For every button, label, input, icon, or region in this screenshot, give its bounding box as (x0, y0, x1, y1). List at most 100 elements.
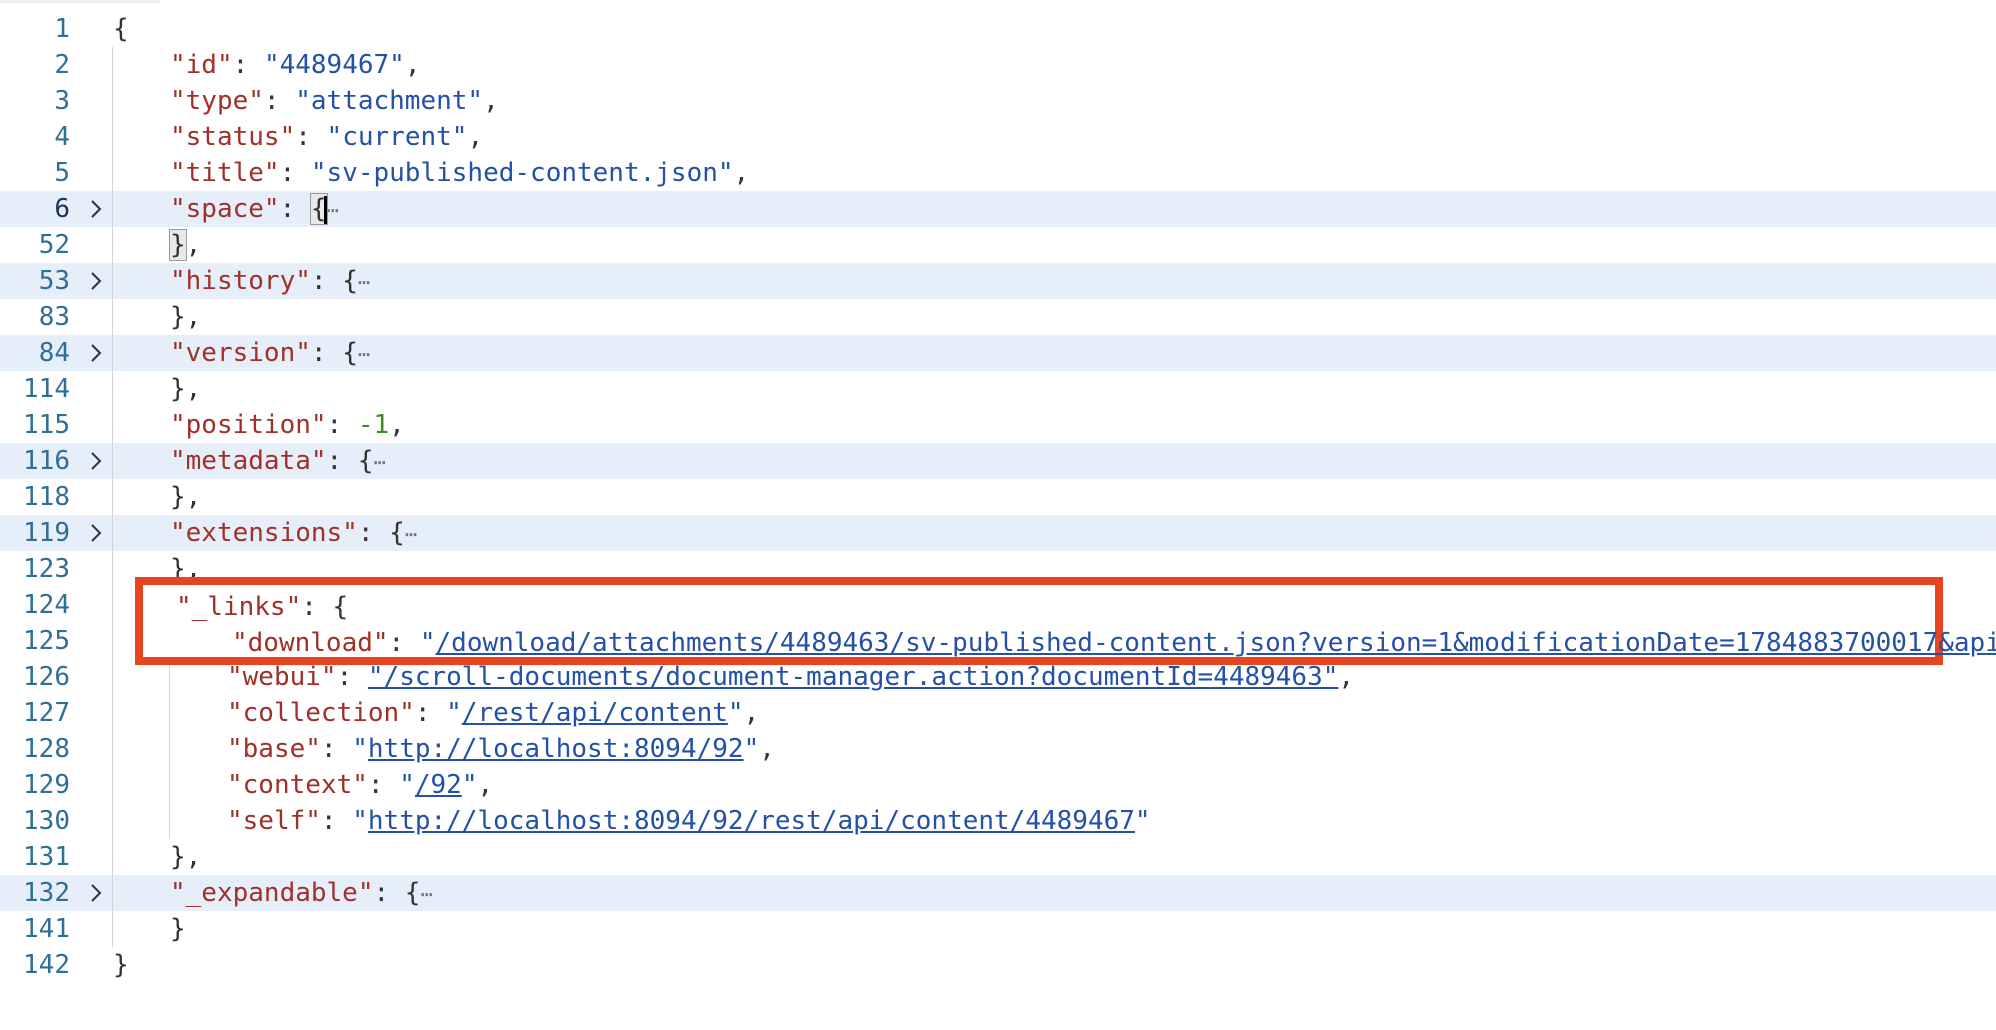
line-number: 5 (54, 158, 70, 188)
line-number: 124 (23, 590, 70, 620)
folded-ellipsis-icon[interactable]: ⋯ (327, 198, 339, 222)
code-line[interactable]: 4 "status": "current", (0, 119, 1996, 155)
json-string: " (1134, 806, 1151, 836)
line-number: 53 (38, 266, 70, 296)
code-line[interactable]: 142} (0, 947, 1996, 983)
code-line[interactable]: 3 "type": "attachment", (0, 83, 1996, 119)
line-content: }, (170, 299, 201, 335)
line-number: 3 (54, 86, 70, 116)
download-url-link[interactable]: /download/attachments/4489463/sv-publish… (436, 628, 1996, 658)
matched-bracket: } (169, 229, 187, 261)
json-punctuation: }, (170, 302, 202, 332)
line-content: "id": "4489467", (170, 47, 420, 83)
line-number: 4 (54, 122, 70, 152)
fold-chevron-right-icon[interactable] (84, 335, 108, 371)
json-punctuation: , (389, 410, 405, 440)
line-number: 1 (54, 14, 70, 44)
json-key: "_expandable" (170, 878, 374, 908)
code-line[interactable]: 129 "context": "/92", (0, 767, 1996, 803)
json-link[interactable]: /rest/api/content (462, 698, 728, 728)
fold-chevron-right-icon[interactable] (84, 515, 108, 551)
code-line[interactable]: 114}, (0, 371, 1996, 407)
code-line[interactable]: 84 "version": {⋯ (0, 335, 1996, 371)
code-line[interactable]: 1{ (0, 11, 1996, 47)
line-number: 115 (23, 410, 70, 440)
links-open: : { (301, 592, 349, 622)
links-key: "_links" (176, 592, 302, 622)
folded-ellipsis-icon[interactable]: ⋯ (405, 522, 417, 546)
code-line[interactable]: 5 "title": "sv-published-content.json", (0, 155, 1996, 191)
folded-ellipsis-icon[interactable]: ⋯ (358, 270, 370, 294)
json-key: "version" (170, 338, 311, 368)
code-line[interactable]: 130 "self": "http://localhost:8094/92/res… (0, 803, 1996, 839)
json-string: " (399, 770, 415, 800)
json-link[interactable]: http://localhost:8094/92 (368, 734, 744, 764)
line-content: "_expandable": {⋯ (170, 875, 433, 912)
code-line[interactable]: 115 "position": -1, (0, 407, 1996, 443)
fold-chevron-right-icon[interactable] (84, 443, 108, 479)
line-content: "self": "http://localhost:8094/92/rest/a… (227, 803, 1151, 839)
code-line[interactable]: 53 "history": {⋯ (0, 263, 1996, 299)
line-number: 123 (23, 554, 70, 584)
json-punctuation: , (759, 734, 775, 764)
code-line[interactable]: 127 "collection": "/rest/api/content", (0, 695, 1996, 731)
code-line[interactable]: 128 "base": "http://localhost:8094/92", (0, 731, 1996, 767)
folded-ellipsis-icon[interactable]: ⋯ (374, 450, 386, 474)
json-editor[interactable]: 1{2 "id": "4489467", 3 "type": "attachment"… (0, 11, 1996, 983)
fold-chevron-right-icon[interactable] (84, 263, 108, 299)
json-punctuation: : (414, 698, 447, 728)
code-line[interactable]: 2 "id": "4489467", (0, 47, 1996, 83)
code-line[interactable]: 119 "extensions": {⋯ (0, 515, 1996, 551)
folded-ellipsis-icon[interactable]: ⋯ (358, 342, 370, 366)
json-punctuation: , (404, 50, 421, 80)
download-key: "download" (232, 628, 389, 658)
line-content: }, (170, 839, 201, 875)
json-punctuation: } (170, 914, 186, 944)
json-key: "context" (227, 770, 368, 800)
json-string: " (446, 698, 462, 728)
json-link[interactable]: /92 (415, 770, 462, 800)
line-number: 84 (38, 338, 70, 368)
json-punctuation: , (1338, 662, 1355, 692)
json-link[interactable]: http://localhost:8094/92/rest/api/conten… (368, 806, 1135, 836)
code-line[interactable]: 83}, (0, 299, 1996, 335)
line-number: 142 (23, 950, 70, 980)
line-number: 2 (54, 50, 70, 80)
line-content: "type": "attachment", (170, 83, 499, 119)
line-number: 119 (23, 518, 70, 548)
line-content: } (170, 911, 186, 947)
line-number: 130 (23, 806, 70, 836)
top-strip (0, 0, 160, 3)
code-line[interactable]: 116 "metadata": {⋯ (0, 443, 1996, 479)
line-number: 116 (23, 446, 70, 476)
code-line[interactable]: 6 "space": {⋯ (0, 191, 1996, 227)
line-content: "position": -1, (170, 407, 405, 443)
code-line[interactable]: 118}, (0, 479, 1996, 515)
json-number: -1 (357, 410, 390, 440)
code-line[interactable]: 52}, (0, 227, 1996, 263)
json-punctuation: : (367, 770, 400, 800)
code-line[interactable]: 141} (0, 911, 1996, 947)
json-punctuation: : (295, 122, 327, 152)
json-string: " (743, 734, 760, 764)
fold-chevron-right-icon[interactable] (84, 191, 108, 227)
line-number: 118 (23, 482, 70, 512)
line-number: 141 (23, 914, 70, 944)
folded-ellipsis-icon[interactable]: ⋯ (420, 882, 432, 906)
download-separator: : (388, 628, 420, 658)
json-string: "sv-published-content.json" (310, 158, 734, 188)
line-content: "collection": "/rest/api/content", (227, 695, 759, 731)
json-link[interactable]: "/scroll-documents/document-manager.acti… (368, 662, 1339, 692)
line-number: 126 (23, 662, 70, 692)
json-key: "self" (227, 806, 321, 836)
code-line[interactable]: 132 "_expandable": {⋯ (0, 875, 1996, 911)
json-punctuation: } (113, 950, 129, 980)
line-content: "base": "http://localhost:8094/92", (227, 731, 775, 767)
code-line[interactable]: 131}, (0, 839, 1996, 875)
line-number: 131 (23, 842, 70, 872)
json-key: "history" (170, 266, 311, 296)
fold-chevron-right-icon[interactable] (84, 875, 108, 911)
json-key: "extensions" (170, 518, 358, 548)
json-key: "position" (170, 410, 327, 440)
json-punctuation: { (113, 14, 129, 44)
